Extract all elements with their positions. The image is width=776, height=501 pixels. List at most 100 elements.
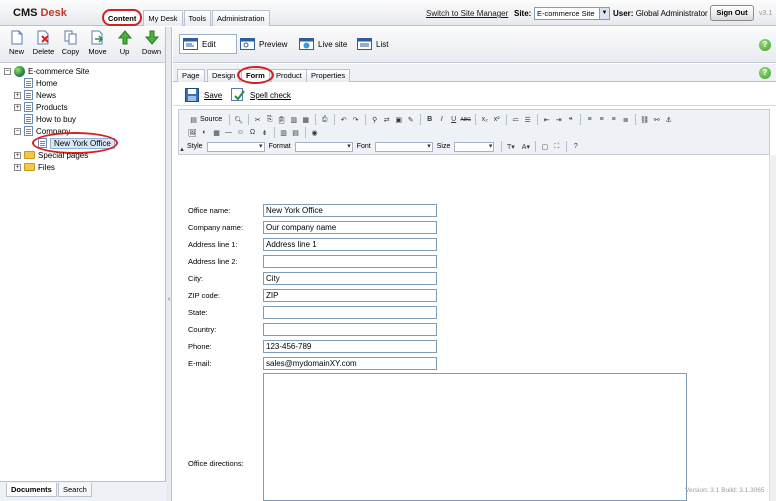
text-color-icon[interactable]: T▾ <box>505 141 516 152</box>
paste-text-icon[interactable]: ▥ <box>288 114 299 125</box>
view-live-site-button[interactable]: Live site <box>299 35 347 53</box>
cut-icon[interactable]: ✂ <box>252 114 263 125</box>
print-icon[interactable]: ⎙ <box>319 114 330 125</box>
save-button[interactable]: Save <box>185 88 222 102</box>
background-color-icon[interactable]: A▾ <box>520 141 531 152</box>
tab-administration[interactable]: Administration <box>212 10 270 26</box>
underline-icon[interactable]: U <box>448 114 459 125</box>
site-select[interactable]: E-commerce Site ▼ <box>534 7 610 20</box>
up-button[interactable]: Up <box>111 29 138 61</box>
collapse-toolbar-icon[interactable]: ▲ <box>179 147 185 153</box>
insert-form-icon[interactable]: ▤ <box>290 127 301 138</box>
insert-widget-icon[interactable]: ▥ <box>278 127 289 138</box>
delete-button[interactable]: Delete <box>30 29 57 61</box>
insert-link-icon[interactable]: ⛓︎ <box>639 114 650 125</box>
tree-node-products[interactable]: + Products <box>14 101 68 113</box>
expand-icon[interactable]: + <box>14 163 21 171</box>
tab-my-desk[interactable]: My Desk <box>143 10 183 26</box>
style-dropdown[interactable] <box>206 141 265 152</box>
expand-icon[interactable]: + <box>14 91 21 99</box>
view-preview-button[interactable]: Preview <box>240 35 287 53</box>
country-input[interactable] <box>263 323 437 336</box>
superscript-icon[interactable]: x² <box>491 114 502 125</box>
size-dropdown[interactable] <box>454 141 495 152</box>
blockquote-icon[interactable]: ❝ <box>565 114 576 125</box>
undo-icon[interactable]: ↶ <box>338 114 349 125</box>
about-icon[interactable]: ? <box>570 141 581 152</box>
office-directions-editor[interactable] <box>263 373 687 501</box>
format-dropdown[interactable] <box>294 141 353 152</box>
maximize-icon[interactable]: ⛶ <box>551 141 562 152</box>
sign-out-button[interactable]: Sign Out <box>710 5 754 21</box>
special-char-icon[interactable]: Ω <box>247 127 258 138</box>
align-right-icon[interactable]: ≡ <box>608 114 619 125</box>
tree-node-special-pages[interactable]: + Special pages <box>14 149 88 161</box>
tab-tools[interactable]: Tools <box>183 10 212 26</box>
smiley-icon[interactable]: ☺ <box>235 127 246 138</box>
phone-input[interactable]: 123-456-789 <box>263 340 437 353</box>
align-left-icon[interactable]: ≡ <box>584 114 595 125</box>
remove-format-icon[interactable]: ✎ <box>405 114 416 125</box>
bulleted-list-icon[interactable]: ☰ <box>522 114 533 125</box>
expand-icon[interactable]: + <box>14 151 21 159</box>
align-center-icon[interactable]: ≡ <box>596 114 607 125</box>
tab-page[interactable]: Page <box>177 69 205 82</box>
email-input[interactable]: sales@mydomainXY.com <box>263 357 437 370</box>
tab-content[interactable]: Content <box>102 9 143 26</box>
numbered-list-icon[interactable]: ≔ <box>510 114 521 125</box>
tab-documents[interactable]: Documents <box>6 483 57 497</box>
horizontal-rule-icon[interactable]: ― <box>223 127 234 138</box>
view-list-button[interactable]: List <box>357 35 388 53</box>
tab-product[interactable]: Product <box>271 69 307 82</box>
pane-splitter[interactable]: ‹ <box>166 27 172 501</box>
replace-icon[interactable]: ⇄ <box>381 114 392 125</box>
tab-design[interactable]: Design <box>207 69 241 82</box>
redo-icon[interactable]: ↷ <box>350 114 361 125</box>
unlink-icon[interactable]: ⚯ <box>651 114 662 125</box>
bold-icon[interactable]: B <box>424 114 435 125</box>
select-all-icon[interactable]: ▣ <box>393 114 404 125</box>
preview-icon[interactable]: 🔍︎ <box>233 114 244 125</box>
anchor-icon[interactable]: ⚓︎ <box>663 114 674 125</box>
city-input[interactable]: City <box>263 272 437 285</box>
move-button[interactable]: Move <box>84 29 111 61</box>
indent-icon[interactable]: ⇥ <box>553 114 564 125</box>
tree-node-root[interactable]: − E-commerce Site <box>4 65 89 77</box>
paste-word-icon[interactable]: ▦ <box>300 114 311 125</box>
insert-table-icon[interactable]: ▦ <box>211 127 222 138</box>
strikethrough-icon[interactable]: ABC <box>460 114 471 125</box>
zip-code-input[interactable]: ZIP <box>263 289 437 302</box>
vertical-scrollbar[interactable] <box>769 155 776 501</box>
address-line-1-input[interactable]: Address line 1 <box>263 238 437 251</box>
paste-icon[interactable]: 📋︎ <box>276 114 287 125</box>
copy-button[interactable]: Copy <box>57 29 84 61</box>
insert-flash-icon[interactable]: ◐ <box>199 127 210 138</box>
help-icon[interactable]: ? <box>759 67 771 79</box>
page-break-icon[interactable]: ⇟ <box>259 127 270 138</box>
collapse-icon[interactable]: − <box>4 67 11 75</box>
down-button[interactable]: Down <box>138 29 165 61</box>
align-justify-icon[interactable]: ≣ <box>620 114 631 125</box>
tree-node-files[interactable]: + Files <box>14 161 55 173</box>
subscript-icon[interactable]: x₂ <box>479 114 490 125</box>
address-line-2-input[interactable] <box>263 255 437 268</box>
state-input[interactable] <box>263 306 437 319</box>
expand-icon[interactable]: + <box>14 103 21 111</box>
find-icon[interactable]: ⚲ <box>369 114 380 125</box>
tree-node-home[interactable]: Home <box>14 77 57 89</box>
tab-search[interactable]: Search <box>58 483 92 497</box>
outdent-icon[interactable]: ⇤ <box>541 114 552 125</box>
insert-image-icon[interactable]: 🖼︎ <box>187 127 198 138</box>
tab-properties[interactable]: Properties <box>306 69 351 82</box>
switch-to-site-manager-link[interactable]: Switch to Site Manager <box>426 9 508 18</box>
view-edit-button[interactable]: Edit <box>179 34 237 54</box>
font-dropdown[interactable] <box>374 141 433 152</box>
office-name-input[interactable]: New York Office <box>263 204 437 217</box>
new-button[interactable]: New <box>3 29 30 61</box>
italic-icon[interactable]: I <box>436 114 447 125</box>
tree-node-news[interactable]: + News <box>14 89 56 101</box>
spell-check-button[interactable]: Spell check <box>231 88 291 102</box>
company-name-input[interactable]: Our company name <box>263 221 437 234</box>
chevron-left-icon[interactable]: ‹ <box>166 295 172 305</box>
copy-icon[interactable]: ⎘ <box>264 114 275 125</box>
